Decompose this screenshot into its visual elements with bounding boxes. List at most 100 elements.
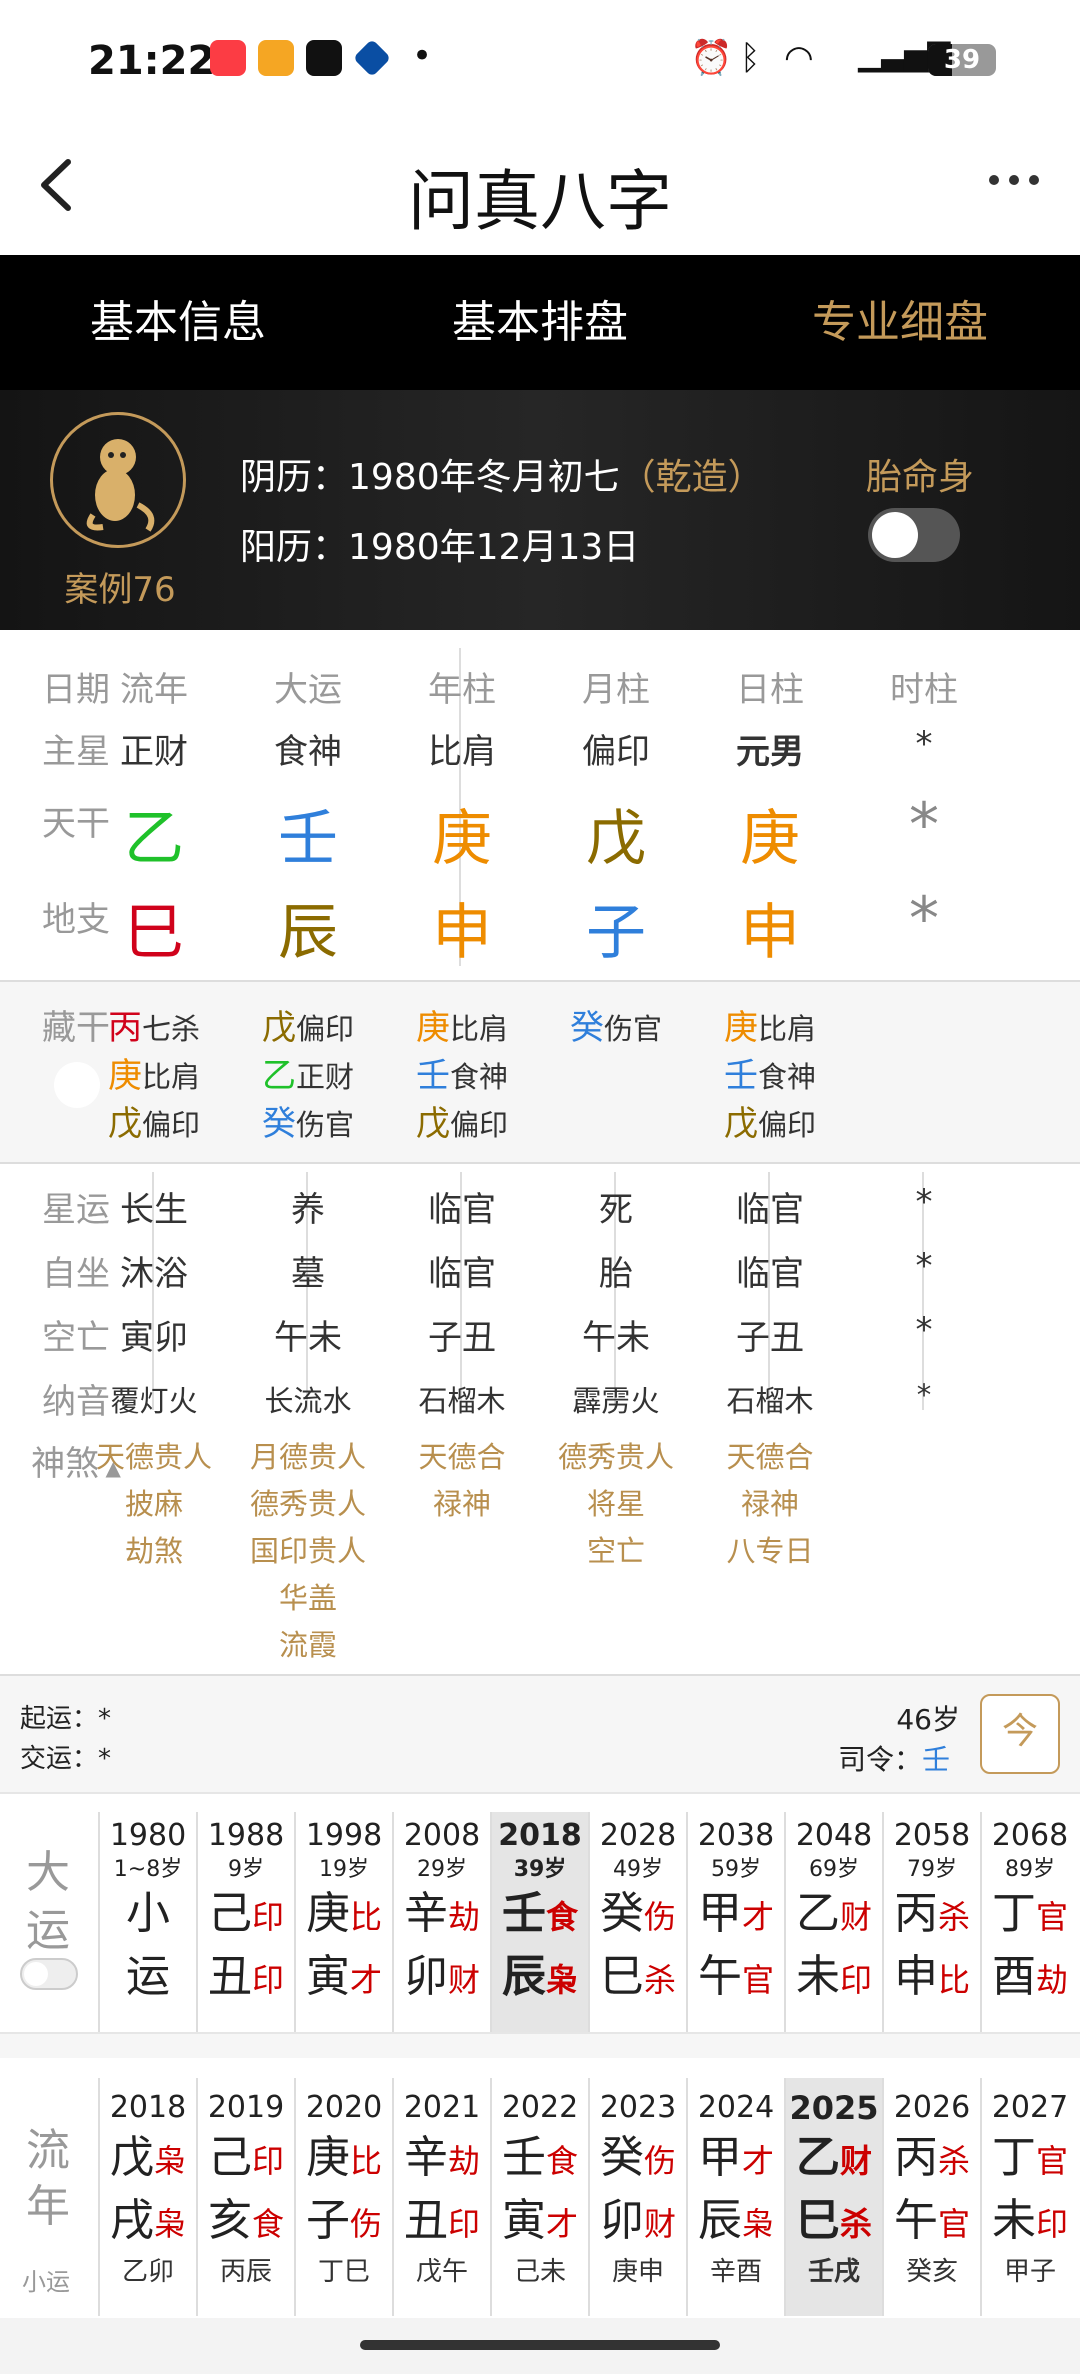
status-time: 21:22 — [88, 38, 216, 84]
shensha-item[interactable]: 月德贵人 — [233, 1434, 383, 1481]
shensha-item[interactable]: 天德贵人 — [79, 1434, 229, 1481]
dayun-column[interactable]: 2068 89岁 丁官 酉劫 — [982, 1812, 1078, 2034]
dayun-column[interactable]: 1988 9岁 己印 丑印 — [198, 1812, 294, 2034]
zhuxing-value: 元男 — [736, 732, 804, 772]
dayun-column[interactable]: 1998 19岁 庚比 寅才 — [296, 1812, 392, 2034]
canggan-item: 癸伤官 — [541, 1000, 691, 1049]
xiaoyun-value: 己未 — [513, 2257, 566, 2287]
dayun-gan: 辛劫 — [394, 1884, 490, 1947]
pillar-name: 大运 — [274, 670, 342, 710]
dizhi-char: 辰 — [278, 898, 338, 968]
shensha-item[interactable]: 华盖 — [233, 1575, 383, 1622]
dayun-year: 1980 — [109, 1818, 187, 1853]
liunian-gan-char: 癸 — [599, 2132, 644, 2183]
dayun-gan-char: 辛 — [403, 1888, 448, 1939]
shensha-item[interactable]: 禄神 — [387, 1481, 537, 1528]
dayun-age: 59岁 — [711, 1857, 761, 1882]
home-indicator[interactable] — [360, 2340, 720, 2350]
kongwang-value: 寅卯 — [120, 1318, 188, 1358]
tiangan-char: 庚 — [432, 804, 492, 874]
liunian-year: 2024 — [697, 2090, 775, 2125]
column-separator — [196, 1812, 198, 2034]
dayun-toggle[interactable] — [20, 1958, 78, 1990]
liunian-column[interactable]: 2018 戊枭 戌枭 乙卯 — [100, 2078, 196, 2316]
shensha-item[interactable]: 德秀贵人 — [541, 1434, 691, 1481]
liunian-column[interactable]: 2019 己印 亥食 丙辰 — [198, 2078, 294, 2316]
dayun-gan-god: 劫 — [447, 1898, 480, 1936]
dayun-year: 2018 — [498, 1818, 582, 1853]
shensha-item[interactable]: 天德合 — [387, 1434, 537, 1481]
dayun-column[interactable]: 2008 29岁 辛劫 卯财 — [394, 1812, 490, 2034]
liunian-gan-god: 杀 — [937, 2142, 970, 2180]
canggan-god: 食神 — [757, 1060, 816, 1094]
dayun-column[interactable]: 1980 1~8岁小运 — [100, 1812, 196, 2034]
gender-tag: （乾造） — [619, 457, 764, 498]
shensha-item[interactable]: 将星 — [541, 1481, 691, 1528]
canggan-char: 庚 — [415, 1008, 450, 1048]
dayun-column[interactable]: 2038 59岁 甲才 午官 — [688, 1812, 784, 2034]
tab-basic-chart[interactable]: 基本排盘 — [390, 255, 690, 390]
liunian-column[interactable]: 2023 癸伤 卯财 庚申 — [590, 2078, 686, 2316]
canggan-god: 正财 — [295, 1060, 354, 1094]
dayun-gan-char: 乙 — [795, 1888, 840, 1939]
canggan-char: 庚 — [723, 1008, 758, 1048]
column-separator — [980, 2078, 982, 2316]
dayun-zhi-god: 才 — [349, 1961, 382, 1999]
tiangan-char: 戊 — [586, 804, 646, 874]
canggan-god: 七杀 — [141, 1012, 200, 1046]
liunian-column[interactable]: 2026 丙杀 午官 癸亥 — [884, 2078, 980, 2316]
liunian-year: 2026 — [893, 2090, 971, 2125]
liunian-zhi: 卯财 — [590, 2191, 686, 2254]
shensha-item[interactable]: 八专日 — [695, 1528, 845, 1575]
liunian-zhi: 丑印 — [394, 2191, 490, 2254]
shensha-item[interactable]: 天德合 — [695, 1434, 845, 1481]
canggan-god: 比肩 — [141, 1060, 200, 1094]
dayun-zhi-char: 丑 — [207, 1951, 252, 2002]
liunian-column[interactable]: 2027 丁官 未印 甲子 — [982, 2078, 1078, 2316]
liunian-zhi-god: 杀 — [839, 2205, 872, 2243]
jiaoyun-label: 交运： — [20, 1744, 99, 1774]
dayun-column[interactable]: 2048 69岁 乙财 未印 — [786, 1812, 882, 2034]
column-separator — [882, 2078, 884, 2316]
xingyun-value: 养 — [291, 1190, 325, 1230]
dayun-zhi-char: 申 — [893, 1951, 938, 2002]
liunian-gan: 乙财 — [786, 2128, 882, 2191]
shensha-item[interactable]: 禄神 — [695, 1481, 845, 1528]
more-options-icon[interactable] — [984, 160, 1044, 200]
liunian-label-bottom: 年 — [26, 2181, 70, 2232]
canggan-char: 戊 — [107, 1104, 142, 1144]
dayun-zhi-god: 财 — [447, 1961, 480, 1999]
liunian-column[interactable]: 2024 甲才 辰枭 辛酉 — [688, 2078, 784, 2316]
dayun-age: 29岁 — [417, 1857, 467, 1882]
dayun-year: 2058 — [893, 1818, 971, 1853]
liunian-column[interactable]: 2025 乙财 巳杀 壬戌 — [786, 2078, 882, 2316]
nayin-value: 覆灯火 — [110, 1384, 198, 1418]
tab-pro-chart[interactable]: 专业细盘 — [750, 255, 1050, 390]
pillar-name: 时柱 — [890, 670, 958, 710]
liunian-zhi-god: 印 — [1035, 2205, 1068, 2243]
xiaoyun-value: 辛酉 — [709, 2257, 762, 2287]
liunian-column[interactable]: 2021 辛劫 丑印 戊午 — [394, 2078, 490, 2316]
shensha-item[interactable]: 国印贵人 — [233, 1528, 383, 1575]
dayun-zhi: 辰枭 — [492, 1947, 588, 2010]
dayun-age: 69岁 — [809, 1857, 859, 1882]
shensha-item[interactable]: 劫煞 — [79, 1528, 229, 1575]
more-notifications-icon: • — [412, 36, 433, 76]
canggan-god: 比肩 — [757, 1012, 816, 1046]
taiming-toggle[interactable] — [868, 508, 960, 562]
today-calendar-icon[interactable]: 今 — [980, 1694, 1060, 1774]
dayun-column[interactable]: 2028 49岁 癸伤 巳杀 — [590, 1812, 686, 2034]
dayun-column[interactable]: 2018 39岁 壬食 辰枭 — [492, 1812, 588, 2034]
dayun-column[interactable]: 2058 79岁 丙杀 申比 — [884, 1812, 980, 2034]
liunian-zhi-god: 枭 — [741, 2205, 774, 2243]
canggan-char: 乙 — [261, 1056, 296, 1096]
liunian-column[interactable]: 2020 庚比 子伤 丁巳 — [296, 2078, 392, 2316]
divider — [0, 1792, 1080, 1794]
shensha-item[interactable]: 德秀贵人 — [233, 1481, 383, 1528]
tab-basic-info[interactable]: 基本信息 — [28, 255, 328, 390]
siling-label: 司令： — [838, 1743, 923, 1776]
shensha-item[interactable]: 披麻 — [79, 1481, 229, 1528]
shensha-item[interactable]: 空亡 — [541, 1528, 691, 1575]
liunian-column[interactable]: 2022 壬食 寅才 己未 — [492, 2078, 588, 2316]
shensha-item[interactable]: 流霞 — [233, 1622, 383, 1669]
